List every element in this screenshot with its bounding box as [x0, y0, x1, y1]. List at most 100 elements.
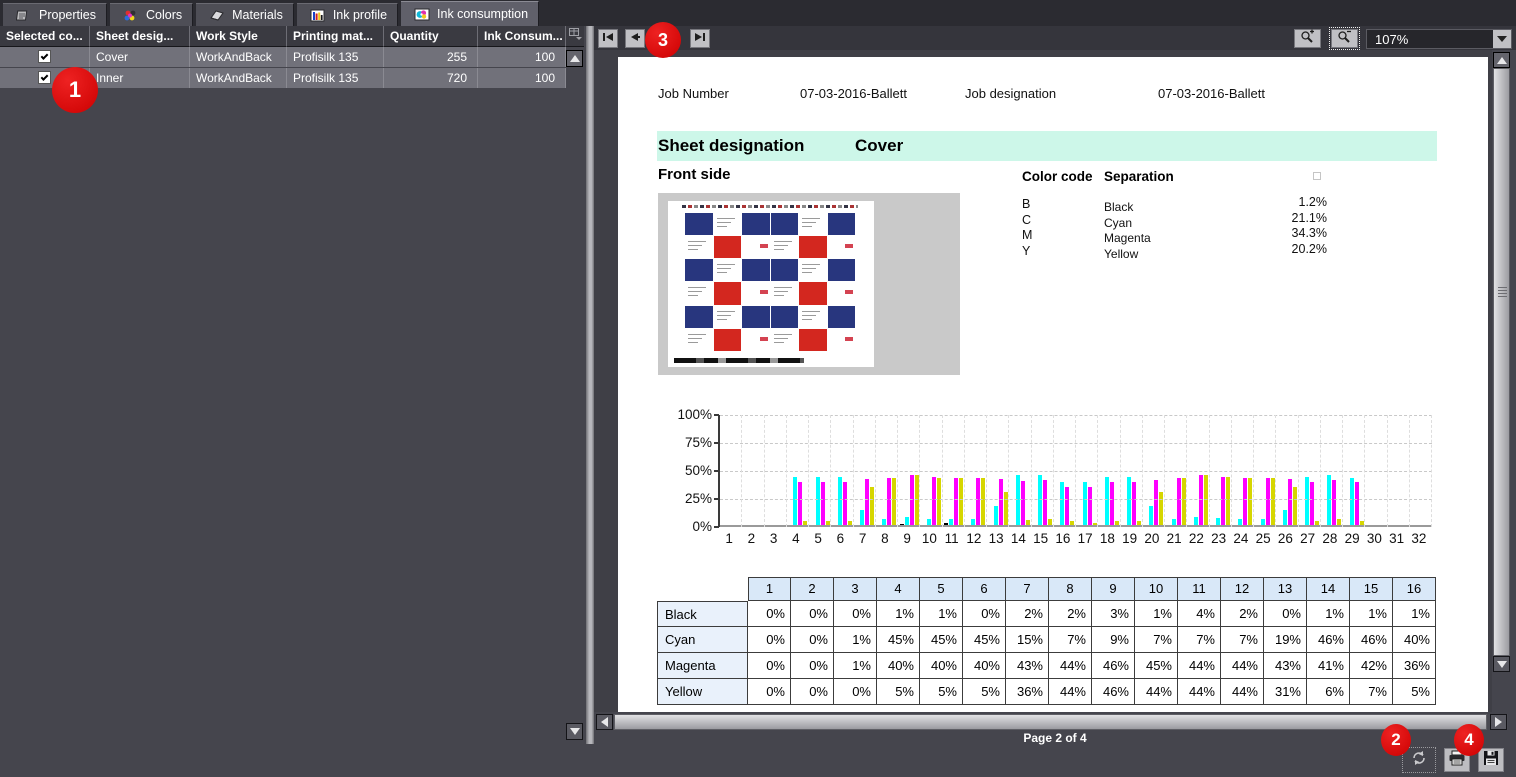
x-axis-tick-label: 11 [941, 531, 963, 546]
x-axis-tick-label: 15 [1030, 531, 1052, 546]
chart-gridline [786, 415, 787, 527]
first-page-icon [601, 30, 615, 48]
previous-page-button[interactable] [625, 29, 645, 48]
ink-table-cell: 4% [1178, 601, 1221, 627]
preview-scroll-down-button[interactable] [1493, 656, 1510, 672]
horizontal-scrollbar-thumb[interactable] [614, 714, 1487, 730]
zoom-in-icon [1300, 29, 1315, 48]
ink-table-corner [657, 577, 748, 601]
ink-table-cell: 40% [1393, 627, 1436, 653]
column-header-3[interactable]: Printing mat... [287, 26, 384, 47]
ink-table-cell: 2% [1006, 601, 1049, 627]
table-scroll-up-button[interactable] [566, 50, 583, 67]
registration-marks [682, 205, 858, 208]
panel-divider[interactable] [586, 26, 594, 744]
tab-label: Ink consumption [437, 7, 528, 21]
preview-scroll-up-button[interactable] [1493, 52, 1510, 68]
last-page-button[interactable] [690, 29, 710, 48]
bar-magenta [865, 479, 869, 527]
selected-checkbox[interactable] [38, 71, 51, 84]
refresh-button[interactable] [1402, 747, 1436, 773]
thumbnail-cell [742, 213, 770, 235]
checkbox-check-icon [41, 52, 49, 60]
column-header-2[interactable]: Work Style [190, 26, 287, 47]
ink-consumption-cell: 100 [478, 68, 566, 88]
chart-gridline [897, 415, 898, 527]
x-axis-tick-label: 28 [1319, 531, 1341, 546]
preview-vertical-scrollbar[interactable] [1493, 52, 1510, 672]
selected-checkbox[interactable] [38, 50, 51, 63]
sheet-designation-label: Sheet designation [658, 136, 804, 156]
column-header-0[interactable]: Selected co... [0, 26, 90, 47]
save-button[interactable] [1478, 748, 1504, 772]
tab-materials[interactable]: Materials [196, 3, 294, 26]
ink-table-row-label: Yellow [657, 679, 748, 705]
table-scroll-down-button[interactable] [566, 723, 583, 740]
bar-magenta [1132, 482, 1136, 527]
x-axis-tick-label: 19 [1119, 531, 1141, 546]
ink-table-cell: 1% [920, 601, 963, 627]
chart-gridline [808, 415, 809, 527]
zoom-dropdown-button[interactable] [1493, 30, 1511, 48]
bar-magenta [932, 477, 936, 527]
bar-magenta [1199, 475, 1203, 527]
first-page-button[interactable] [598, 29, 618, 48]
thumbnail-cell [799, 236, 827, 258]
annotation-badge-4: 4 [1454, 724, 1484, 756]
ink-consumption-cell: 100 [478, 47, 566, 67]
thumbnail-cell [742, 329, 770, 351]
ink-table-cell: 3% [1092, 601, 1135, 627]
table-row-cover[interactable]: CoverWorkAndBackProfisilk 135255100 [0, 47, 566, 68]
column-header-4[interactable]: Quantity [384, 26, 478, 47]
y-axis-tick-label: 100% [656, 407, 712, 422]
ink-table-cell: 36% [1393, 653, 1436, 679]
thumbnail-cell [685, 306, 713, 328]
x-axis-tick-label: 8 [874, 531, 896, 546]
tab-label: Ink profile [333, 8, 387, 22]
ink-table-cell: 5% [920, 679, 963, 705]
sheet-designation-cell: Inner [90, 68, 190, 88]
zoom-in-button[interactable] [1294, 29, 1321, 48]
bar-magenta [1310, 482, 1314, 527]
tab-ink-consumption[interactable]: Ink consumption [401, 1, 539, 26]
bar-yellow [1004, 492, 1008, 527]
bar-cyan [816, 477, 820, 527]
tab-colors[interactable]: Colors [110, 3, 193, 26]
report-preview-viewport[interactable]: Job Number 07-03-2016-Ballett Job design… [594, 50, 1492, 712]
thumbnail-cell [685, 329, 713, 351]
ink-table-column-header: 16 [1393, 577, 1436, 601]
ink-table-cell: 44% [1135, 679, 1178, 705]
preview-scroll-right-button[interactable] [1490, 714, 1507, 730]
ink-table-cell: 7% [1135, 627, 1178, 653]
ink-table-column-header: 4 [877, 577, 920, 601]
thumbnail-cell [828, 306, 856, 328]
column-chooser-button[interactable] [566, 26, 584, 47]
column-header-5[interactable]: Ink Consum... [478, 26, 566, 47]
x-axis-tick-label: 22 [1185, 531, 1207, 546]
chart-gridline [1031, 415, 1032, 527]
ink-table-column-header: 9 [1092, 577, 1135, 601]
chart-gridline [1120, 415, 1121, 527]
chart-gridline [1298, 415, 1299, 527]
column-chooser-icon [569, 27, 582, 45]
chart-x-labels: 1234567891011121314151617181920212223242… [718, 531, 1430, 546]
annotation-badge-1: 1 [52, 67, 98, 113]
printing-material-cell: Profisilk 135 [287, 47, 384, 67]
preview-scroll-left-button[interactable] [596, 714, 613, 730]
vertical-scrollbar-thumb[interactable] [1493, 68, 1510, 656]
ink-table-column-header: 8 [1049, 577, 1092, 601]
bar-yellow [870, 487, 874, 527]
zoom-out-button[interactable] [1331, 29, 1358, 48]
zoom-level-dropdown[interactable]: 107% [1366, 29, 1512, 49]
preview-horizontal-scrollbar[interactable] [596, 714, 1508, 730]
x-axis-tick-label: 9 [896, 531, 918, 546]
chart-gridline [1387, 415, 1388, 527]
y-axis-tick-label: 25% [656, 491, 712, 506]
tab-ink-profile[interactable]: Ink profile [297, 3, 398, 26]
tab-properties[interactable]: Properties [3, 3, 107, 26]
ink-table-column-header: 15 [1350, 577, 1393, 601]
job-number-label: Job Number [658, 86, 729, 101]
column-header-1[interactable]: Sheet desig... [90, 26, 190, 47]
bar-magenta [1043, 480, 1047, 527]
ink-table-cell: 7% [1178, 627, 1221, 653]
